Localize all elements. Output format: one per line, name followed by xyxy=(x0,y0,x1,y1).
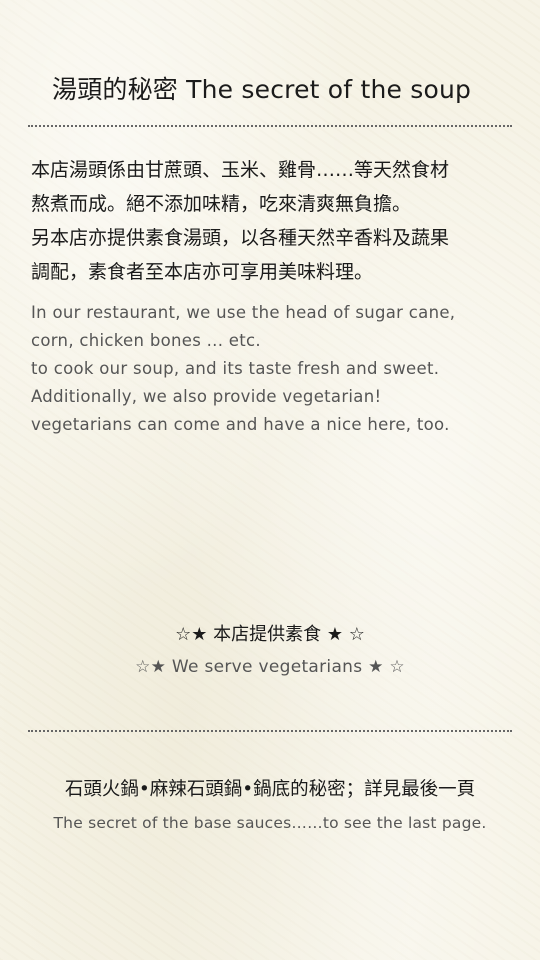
intro-chinese-paragraph: 本店湯頭係由甘蔗頭、玉米、雞骨……等天然食材 熬煮而成。絕不添加味精，吃來清爽無… xyxy=(31,153,521,289)
intro-english-paragraph: In our restaurant, we use the head of su… xyxy=(31,299,521,439)
top-dotted-divider xyxy=(28,125,512,127)
intro-zh-line: 另本店亦提供素食湯頭，以各種天然辛香料及蔬果 xyxy=(31,227,450,249)
intro-en-line: In our restaurant, we use the head of su… xyxy=(31,303,456,322)
intro-en-line: to cook our soup, and its taste fresh an… xyxy=(31,359,440,378)
bottom-dotted-divider xyxy=(28,730,512,732)
page-title: 湯頭的秘密 The secret of the soup xyxy=(52,75,472,104)
intro-zh-line: 熬煮而成。絕不添加味精，吃來清爽無負擔。 xyxy=(31,193,412,215)
intro-zh-line: 調配，素食者至本店亦可享用美味料理。 xyxy=(31,261,374,283)
footer-note-chinese: 石頭火鍋•麻辣石頭鍋•鍋底的秘密；詳見最後一頁 xyxy=(64,779,476,800)
footer-note-english: The secret of the base sauces……to see th… xyxy=(53,814,487,832)
intro-en-line: vegetarians can come and have a nice her… xyxy=(31,415,450,434)
intro-zh-line: 本店湯頭係由甘蔗頭、玉米、雞骨……等天然食材 xyxy=(31,159,450,181)
intro-en-line: Additionally, we also provide vegetarian… xyxy=(31,387,382,406)
vegetarian-notice-english: ☆★ We serve vegetarians ★ ☆ xyxy=(135,657,405,677)
intro-en-line: corn, chicken bones ... etc. xyxy=(31,331,261,350)
vegetarian-notice-chinese: ☆★ 本店提供素食 ★ ☆ xyxy=(175,624,365,645)
menu-page: { "header": { "title": "湯頭的秘密 The secret… xyxy=(0,0,540,960)
